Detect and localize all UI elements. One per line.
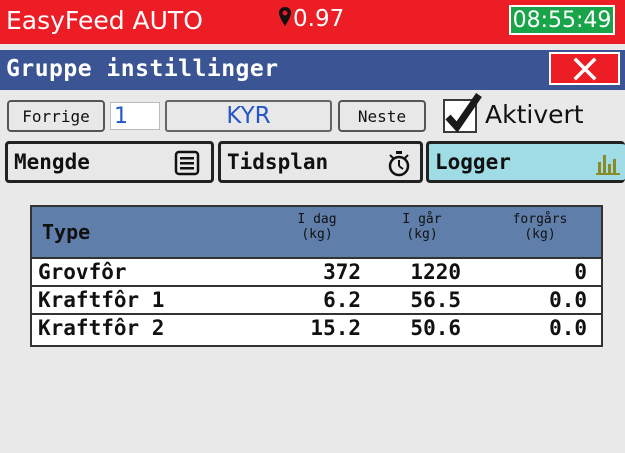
table-row: Kraftfôr 1 6.2 56.5 0.0: [32, 287, 601, 315]
bar-chart-icon: [595, 150, 621, 181]
group-name-display: KYR: [165, 100, 332, 132]
tab-label: Logger: [435, 150, 511, 174]
list-icon: [174, 150, 200, 181]
row-type: Grovfôr: [38, 260, 127, 284]
header-yesterday-unit: (kg): [406, 227, 438, 242]
row-today: 15.2: [310, 316, 361, 340]
header-yesterday-label: I går: [402, 212, 442, 227]
table-row: Kraftfôr 2 15.2 50.6 0.0: [32, 315, 601, 343]
row-yesterday: 56.5: [410, 288, 461, 312]
group-number-field[interactable]: 1: [110, 102, 160, 130]
signal-indicator: 0.97: [278, 6, 344, 34]
tab-mengde[interactable]: Mengde: [5, 141, 214, 183]
close-icon: [573, 57, 596, 80]
row-type: Kraftfôr 2: [38, 316, 165, 340]
row-before: 0.0: [549, 316, 587, 340]
clock: 08:55:49: [509, 5, 615, 35]
row-before: 0.0: [549, 288, 587, 312]
checkmark-icon: [445, 93, 482, 133]
feed-log-table: Type I dag (kg) I går (kg) forgårs (kg) …: [30, 205, 603, 347]
window-title-bar: Gruppe instillinger: [0, 50, 625, 90]
row-today: 6.2: [323, 288, 361, 312]
header-today: I dag (kg): [282, 212, 352, 242]
previous-button[interactable]: Forrige: [7, 100, 105, 132]
map-pin-icon: [278, 6, 292, 34]
header-before: forgårs (kg): [500, 212, 580, 242]
stopwatch-icon: [386, 150, 412, 183]
next-button[interactable]: Neste: [338, 100, 426, 132]
header-before-label: forgårs: [512, 212, 568, 227]
row-yesterday: 50.6: [410, 316, 461, 340]
row-type: Kraftfôr 1: [38, 288, 165, 312]
header-today-label: I dag: [297, 212, 337, 227]
header-today-unit: (kg): [301, 227, 333, 242]
window-title: Gruppe instillinger: [6, 56, 279, 82]
tab-tidsplan[interactable]: Tidsplan: [218, 141, 423, 183]
tab-label: Mengde: [14, 150, 90, 174]
row-today: 372: [323, 260, 361, 284]
close-button[interactable]: [549, 52, 620, 85]
status-bar: EasyFeed AUTO 0.97 08:55:49: [0, 0, 625, 44]
signal-value: 0.97: [293, 6, 345, 32]
active-label: Aktivert: [485, 100, 584, 129]
tab-logger[interactable]: Logger: [426, 141, 625, 183]
header-before-unit: (kg): [524, 227, 556, 242]
row-yesterday: 1220: [410, 260, 461, 284]
app-title: EasyFeed AUTO: [6, 6, 203, 35]
row-before: 0: [574, 260, 587, 284]
active-checkbox[interactable]: [443, 93, 482, 133]
header-yesterday: I går (kg): [387, 212, 457, 242]
tab-label: Tidsplan: [227, 150, 329, 174]
header-type: Type: [42, 220, 91, 244]
table-header: Type I dag (kg) I går (kg) forgårs (kg): [32, 207, 601, 259]
table-row: Grovfôr 372 1220 0: [32, 259, 601, 287]
